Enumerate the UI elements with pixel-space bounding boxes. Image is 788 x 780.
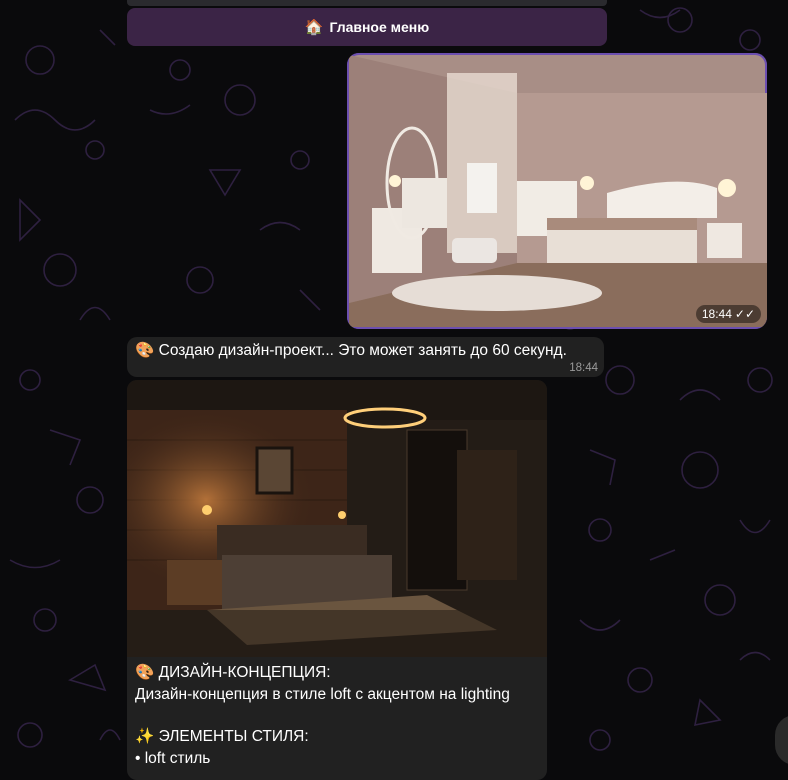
outgoing-photo-message[interactable]: 18:44 ✓✓ [347, 53, 767, 329]
concept-message-bubble[interactable]: 🎨 ДИЗАЙН-КОНЦЕПЦИЯ: Дизайн-концепция в с… [127, 380, 547, 780]
status-message-bubble[interactable]: 🎨 Создаю дизайн-проект... Это может заня… [127, 337, 604, 377]
incoming-photo[interactable] [127, 380, 547, 657]
message-time: 18:44 [701, 307, 732, 321]
palette-icon: 🎨 [135, 342, 155, 359]
main-menu-label: Главное меню [329, 19, 430, 35]
status-message-time: 18:44 [569, 362, 598, 374]
bedroom-photo-loft [127, 380, 547, 657]
house-icon: 🏠 [304, 19, 324, 36]
main-menu-button[interactable]: 🏠 Главное меню [127, 8, 607, 46]
concept-description: Дизайн-концепция в стиле loft с акцентом… [135, 686, 510, 703]
previous-message-edge [127, 0, 607, 6]
sparkles-icon: ✨ [135, 728, 155, 745]
bedroom-photo-white [347, 53, 767, 329]
status-message-text: Создаю дизайн-проект... Это может занять… [158, 342, 567, 359]
message-time-badge: 18:44 ✓✓ [695, 305, 761, 323]
double-check-icon: ✓✓ [734, 307, 755, 321]
concept-heading: ДИЗАЙН-КОНЦЕПЦИЯ: [158, 664, 331, 681]
elements-heading: ЭЛЕМЕНТЫ СТИЛЯ: [158, 728, 309, 745]
style-element-item: • loft стиль [135, 750, 211, 767]
palette-icon: 🎨 [135, 664, 155, 681]
